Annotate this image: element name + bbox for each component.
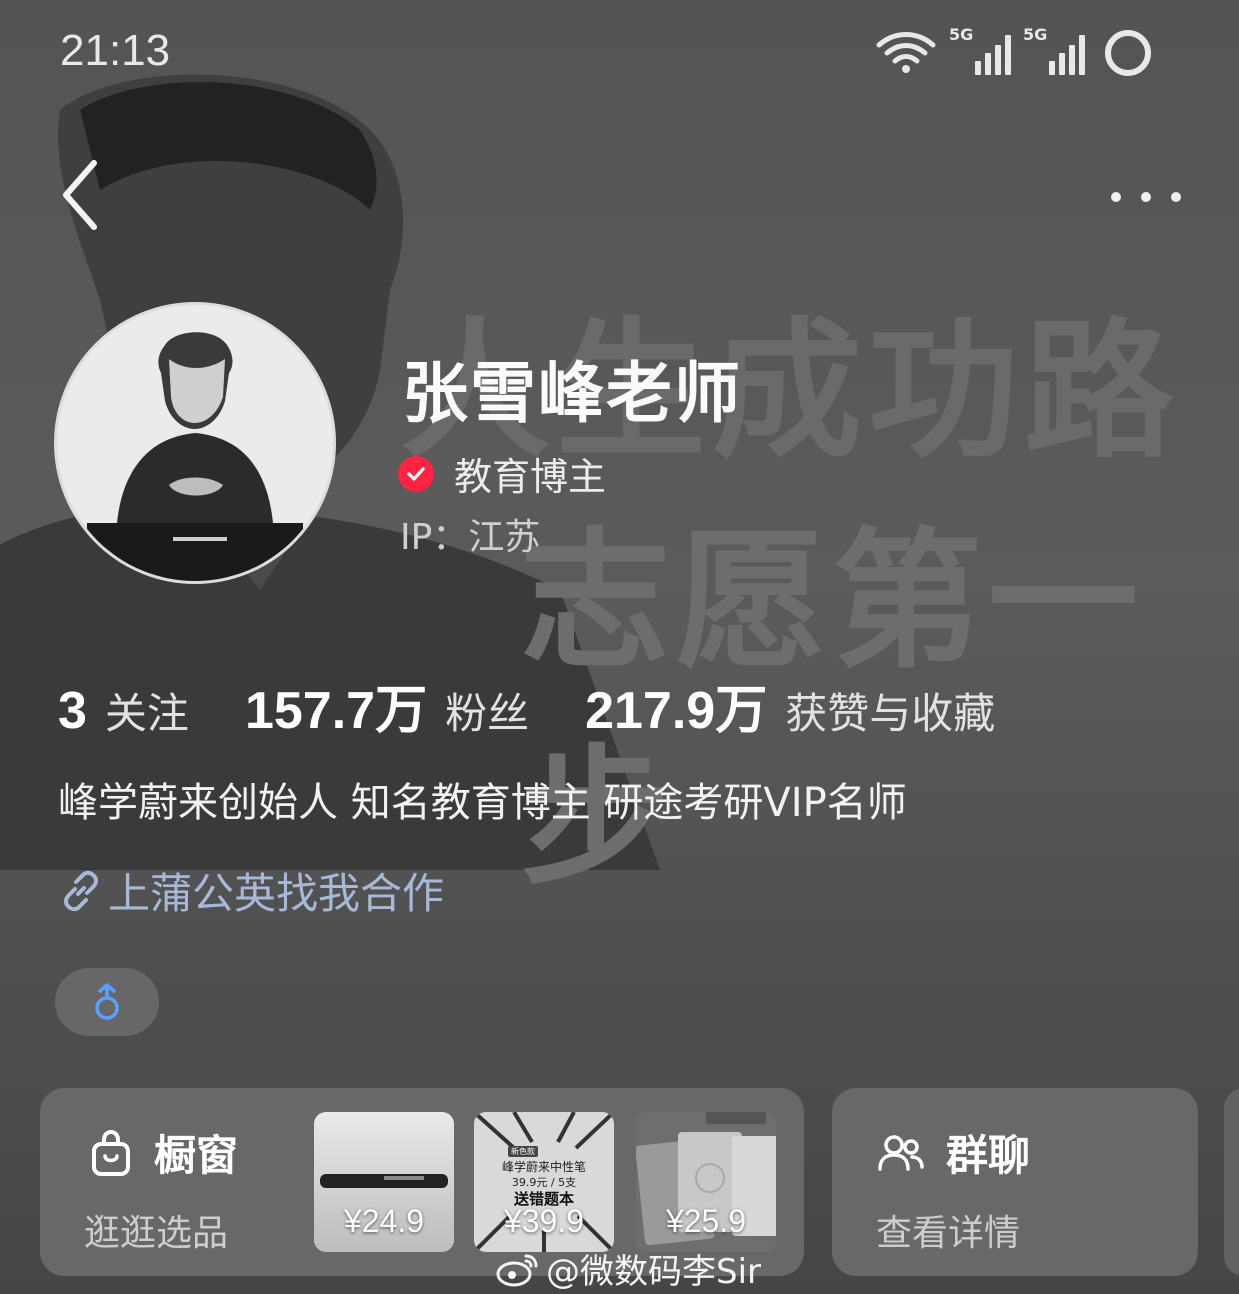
male-icon bbox=[95, 983, 119, 1020]
profile-name: 张雪峰老师 bbox=[402, 355, 742, 432]
verified-check-icon bbox=[398, 455, 434, 492]
ip-location: IP：江苏 bbox=[400, 517, 541, 558]
watermark: @微数码李Sir bbox=[496, 1244, 761, 1293]
product-price: ¥39.9 bbox=[503, 1203, 585, 1239]
battery-icon bbox=[1105, 30, 1151, 76]
avatar[interactable] bbox=[54, 302, 336, 584]
product-tag: 新色款 bbox=[508, 1146, 538, 1157]
watermark-text: @微数码李Sir bbox=[546, 1252, 762, 1292]
shop-card-title: 橱窗 bbox=[154, 1131, 239, 1180]
collab-link-text: 上蒲公英找我合作 bbox=[108, 869, 445, 918]
next-card-peek[interactable] bbox=[1224, 1088, 1239, 1276]
group-icon bbox=[878, 1134, 924, 1171]
stat-followers[interactable]: 157.7万 粉丝 bbox=[245, 668, 529, 743]
group-chat-card[interactable]: 群聊 查看详情 bbox=[832, 1088, 1198, 1276]
status-icons: 5G 5G bbox=[875, 25, 1153, 78]
more-button[interactable] bbox=[1111, 180, 1181, 214]
group-card-title: 群聊 bbox=[946, 1131, 1031, 1180]
product-thumbnail[interactable]: ¥24.9 bbox=[314, 1112, 454, 1252]
stat-label: 获赞与收藏 bbox=[785, 689, 996, 738]
profile-screen: 人生成功路 志愿第一步 21:13 5G 5G 张雪峰老师 教育博主 IP：江苏… bbox=[0, 0, 1239, 1294]
wifi-icon bbox=[876, 32, 936, 73]
profile-bio: 峰学蔚来创始人 知名教育博主 研途考研VIP名师 bbox=[58, 780, 907, 826]
stat-value: 3 bbox=[58, 682, 87, 740]
shop-card-subtitle: 逛逛选品 bbox=[84, 1213, 229, 1254]
product-price: ¥25.9 bbox=[665, 1203, 747, 1239]
stat-label: 关注 bbox=[104, 689, 189, 738]
group-card-subtitle: 查看详情 bbox=[876, 1213, 1021, 1254]
stat-value: 217.9万 bbox=[585, 682, 768, 740]
stat-value: 157.7万 bbox=[244, 682, 428, 740]
network-type-label: 5G bbox=[1023, 25, 1048, 44]
product-price: ¥24.9 bbox=[343, 1203, 425, 1239]
avatar-image bbox=[57, 305, 333, 581]
weibo-icon bbox=[496, 1254, 538, 1286]
signal-icon: 5G bbox=[1023, 25, 1085, 75]
product-title: 峰学蔚来中性笔 bbox=[501, 1160, 586, 1174]
stat-label: 粉丝 bbox=[445, 689, 530, 738]
group-card-header: 群聊 bbox=[878, 1122, 1030, 1183]
product-thumbnail[interactable]: ¥25.9 bbox=[636, 1112, 776, 1252]
signal-icon: 5G bbox=[949, 25, 1011, 75]
back-icon bbox=[63, 160, 97, 230]
verified-label: 教育博主 bbox=[454, 455, 607, 499]
more-icon bbox=[1111, 192, 1121, 202]
stat-likes[interactable]: 217.9万 获赞与收藏 bbox=[585, 668, 995, 743]
stats-row: 3 关注 157.7万 粉丝 217.9万 获赞与收藏 bbox=[58, 668, 1051, 743]
link-icon bbox=[64, 870, 98, 911]
status-time: 21:13 bbox=[60, 26, 171, 75]
shop-card-header: 橱窗 bbox=[90, 1122, 238, 1183]
stat-following[interactable]: 3 关注 bbox=[58, 680, 189, 741]
shopping-bag-icon bbox=[92, 1129, 130, 1176]
verified-badge: 教育博主 bbox=[398, 446, 606, 501]
back-button[interactable] bbox=[58, 155, 108, 235]
gender-tag bbox=[55, 968, 159, 1036]
network-type-label: 5G bbox=[949, 25, 974, 44]
product-thumbnail[interactable]: 新色款 峰学蔚来中性笔 39.9元 / 5支 送错题本 ¥39.9 bbox=[474, 1112, 614, 1252]
collab-link[interactable]: 上蒲公英找我合作 bbox=[58, 860, 444, 921]
